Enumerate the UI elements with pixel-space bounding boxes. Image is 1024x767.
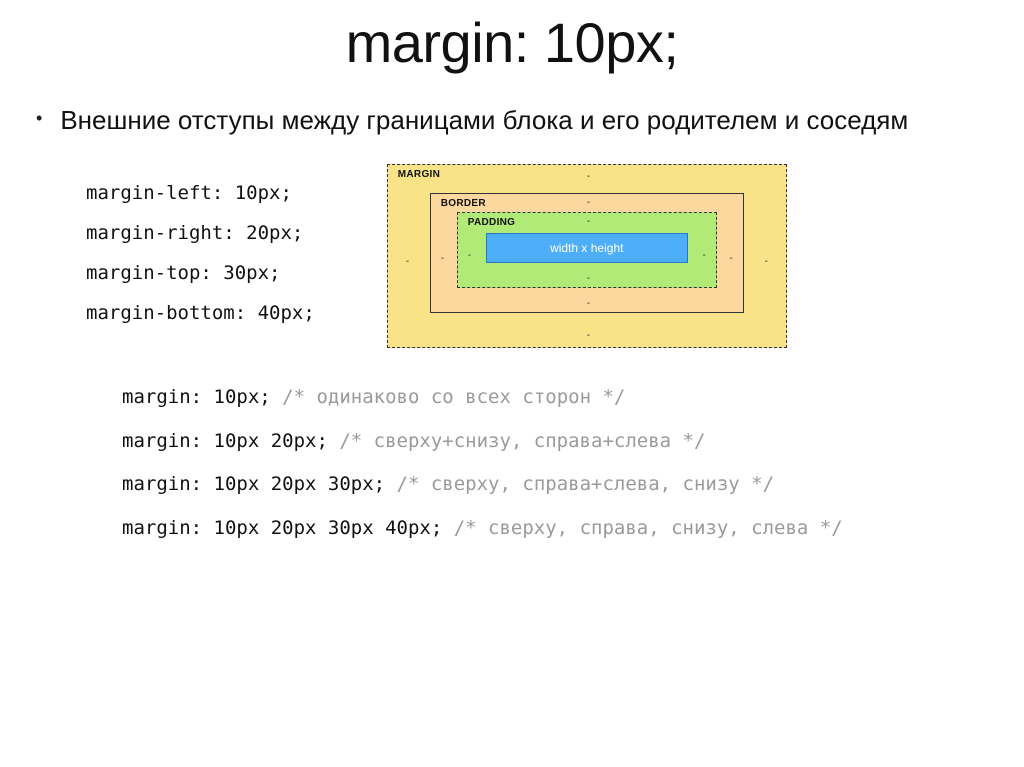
code-line: margin-right: 20px; [86, 214, 315, 254]
shorthand-line: margin: 10px 20px 30px; /* сверху, справ… [122, 463, 1024, 507]
code-line: margin-bottom: 40px; [86, 294, 315, 334]
box-model-content: width x height [486, 233, 688, 263]
page-title: margin: 10px; [0, 0, 1024, 103]
code-line: margin-left: 10px; [86, 174, 315, 214]
box-model-margin: MARGIN - - - - BORDER - - - - PADDING - [387, 164, 787, 348]
padding-label: PADDING [468, 217, 515, 228]
shorthand-line: margin: 10px 20px 30px 40px; /* сверху, … [122, 507, 1024, 551]
box-model-padding: PADDING - - - - width x height [457, 212, 717, 288]
content-label: width x height [550, 241, 623, 255]
shorthand-line: margin: 10px; /* одинаково со всех сторо… [122, 376, 1024, 420]
box-model-border: BORDER - - - - PADDING - - - - width x [430, 193, 744, 313]
box-model-diagram: MARGIN - - - - BORDER - - - - PADDING - [387, 164, 787, 348]
code-line: margin-top: 30px; [86, 254, 315, 294]
bullet-dot-icon: • [36, 106, 42, 130]
longhand-code-block: margin-left: 10px; margin-right: 20px; m… [86, 174, 315, 334]
bullet-block: • Внешние отступы между границами блока … [36, 103, 1024, 138]
shorthand-code-block: margin: 10px; /* одинаково со всех сторо… [36, 376, 1024, 551]
margin-label: MARGIN [398, 169, 440, 180]
border-label: BORDER [441, 198, 486, 209]
shorthand-line: margin: 10px 20px; /* сверху+снизу, спра… [122, 420, 1024, 464]
bullet-text: Внешние отступы между границами блока и … [60, 103, 908, 138]
